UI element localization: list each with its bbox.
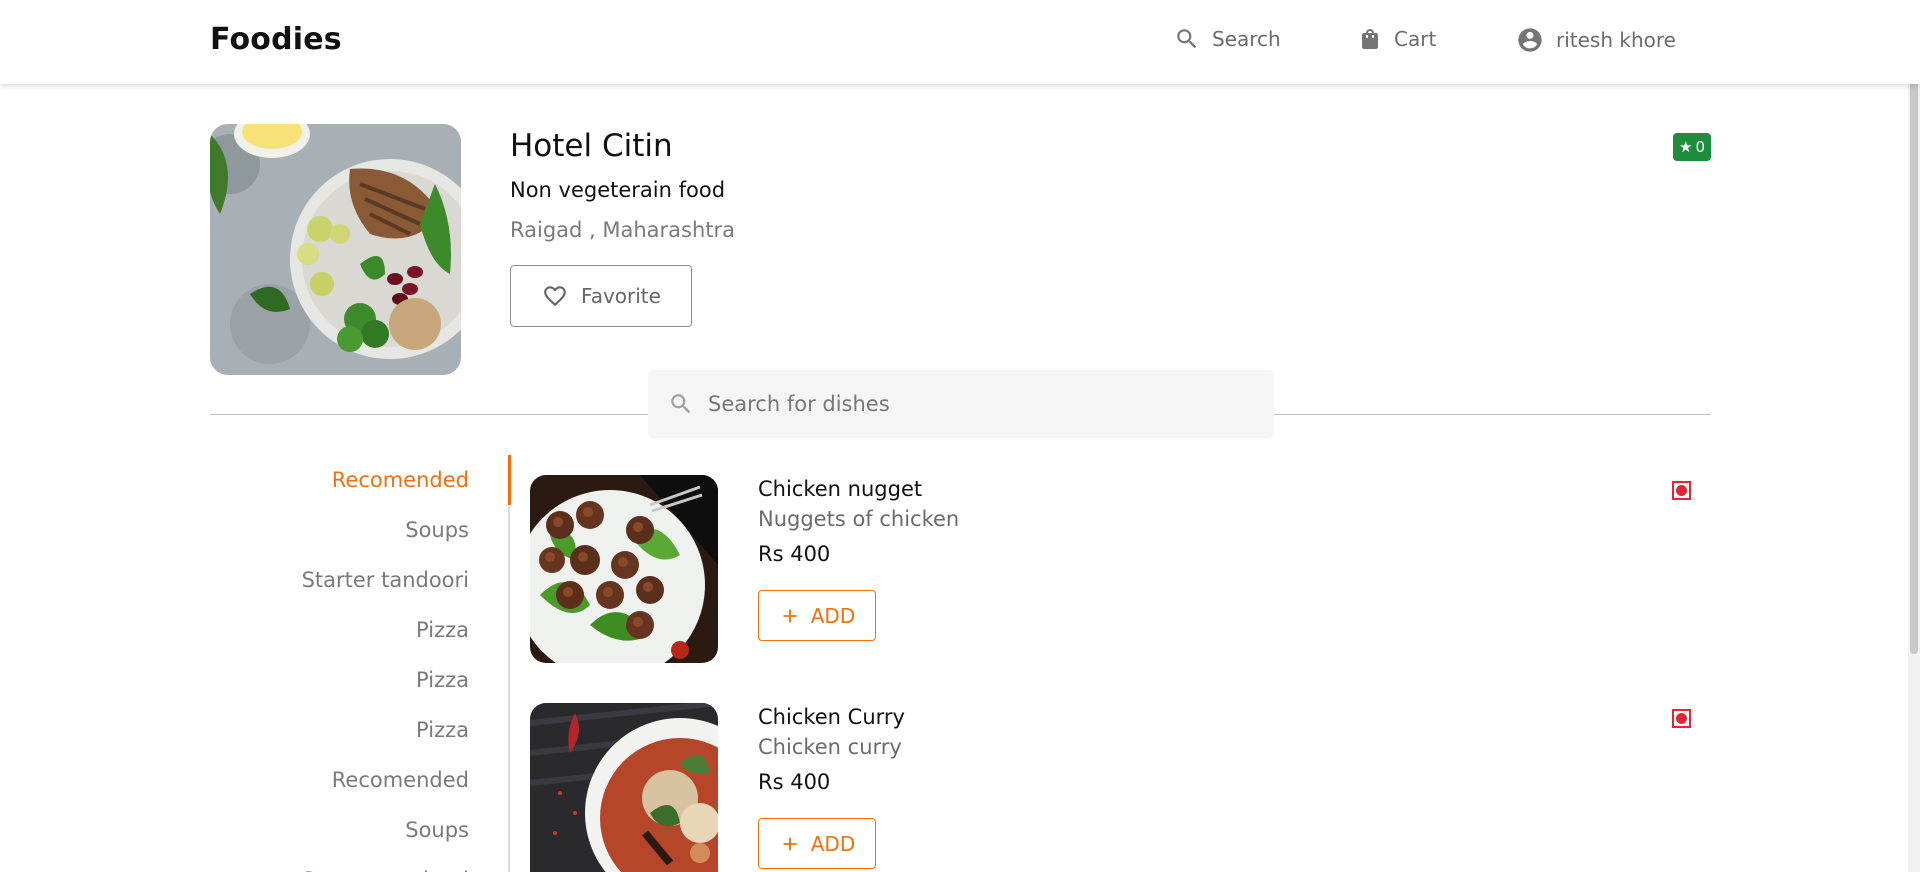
dish-card: Chicken nugget Nuggets of chicken Rs 400… <box>530 475 1710 665</box>
category-item-pizza[interactable]: Pizza <box>210 710 469 760</box>
plus-icon <box>783 609 797 622</box>
account-circle-icon <box>1518 28 1542 52</box>
restaurant-image <box>210 124 461 375</box>
favorite-label: Favorite <box>581 284 661 308</box>
dish-name: Chicken nugget <box>758 477 923 501</box>
nav-search-button[interactable]: Search <box>1174 26 1281 52</box>
dish-search-box[interactable] <box>648 370 1274 438</box>
dish-description: Nuggets of chicken <box>758 507 960 531</box>
category-item-pizza[interactable]: Pizza <box>210 660 469 710</box>
dish-price: Rs 400 <box>758 542 831 566</box>
add-label: ADD <box>810 831 856 856</box>
dish-card: Chicken Curry Chicken curry Rs 400 ADD <box>530 703 1710 872</box>
category-item-starter-tandoori[interactable]: Starter tandoori <box>210 860 469 872</box>
dish-name: Chicken Curry <box>758 705 905 729</box>
nav-user-name: ritesh khore <box>1556 28 1676 52</box>
add-label: ADD <box>810 603 856 628</box>
category-item-soups[interactable]: Soups <box>210 510 469 560</box>
restaurant-name: Hotel Citin <box>510 128 673 164</box>
add-to-cart-button[interactable]: ADD <box>758 818 876 869</box>
rating-value: 0 <box>1695 138 1705 156</box>
star-icon: ★ <box>1679 138 1693 156</box>
restaurant-cuisine: Non vegeterain food <box>510 178 726 202</box>
top-navbar: Foodies Search Cart ritesh khore <box>0 0 1920 84</box>
dish-description: Chicken curry <box>758 735 902 759</box>
heart-outline-icon <box>544 286 566 307</box>
dish-price: Rs 400 <box>758 770 831 794</box>
plus-icon <box>783 837 797 850</box>
category-item-recomended[interactable]: Recomended <box>210 760 469 810</box>
search-icon <box>1177 29 1197 49</box>
dish-image <box>530 475 718 663</box>
nav-cart-label: Cart <box>1394 27 1437 51</box>
dish-search-input[interactable] <box>708 392 1228 416</box>
non-veg-indicator-icon <box>1672 481 1691 500</box>
page-scrollbar[interactable] <box>1908 0 1920 872</box>
rating-badge: ★ 0 <box>1673 133 1711 161</box>
category-item-soups[interactable]: Soups <box>210 810 469 860</box>
category-item-recomended[interactable]: Recomended <box>210 460 469 510</box>
shopping-bag-icon <box>1362 29 1378 49</box>
favorite-button[interactable]: Favorite <box>510 265 692 327</box>
add-to-cart-button[interactable]: ADD <box>758 590 876 641</box>
restaurant-location: Raigad , Maharashtra <box>510 218 736 242</box>
dish-image <box>530 703 718 872</box>
category-item-starter-tandoori[interactable]: Starter tandoori <box>210 560 469 610</box>
category-track <box>508 455 510 872</box>
nav-search-label: Search <box>1212 27 1281 51</box>
scrollbar-thumb[interactable] <box>1910 4 1918 654</box>
nav-cart-button[interactable]: Cart <box>1358 26 1436 52</box>
category-item-pizza[interactable]: Pizza <box>210 610 469 660</box>
category-active-indicator <box>508 455 511 505</box>
category-list: Recomended Soups Starter tandoori Pizza … <box>210 460 469 872</box>
nav-user-button[interactable]: ritesh khore <box>1516 26 1676 54</box>
brand-logo[interactable]: Foodies <box>210 22 342 57</box>
non-veg-indicator-icon <box>1672 709 1691 728</box>
search-icon <box>671 394 691 414</box>
